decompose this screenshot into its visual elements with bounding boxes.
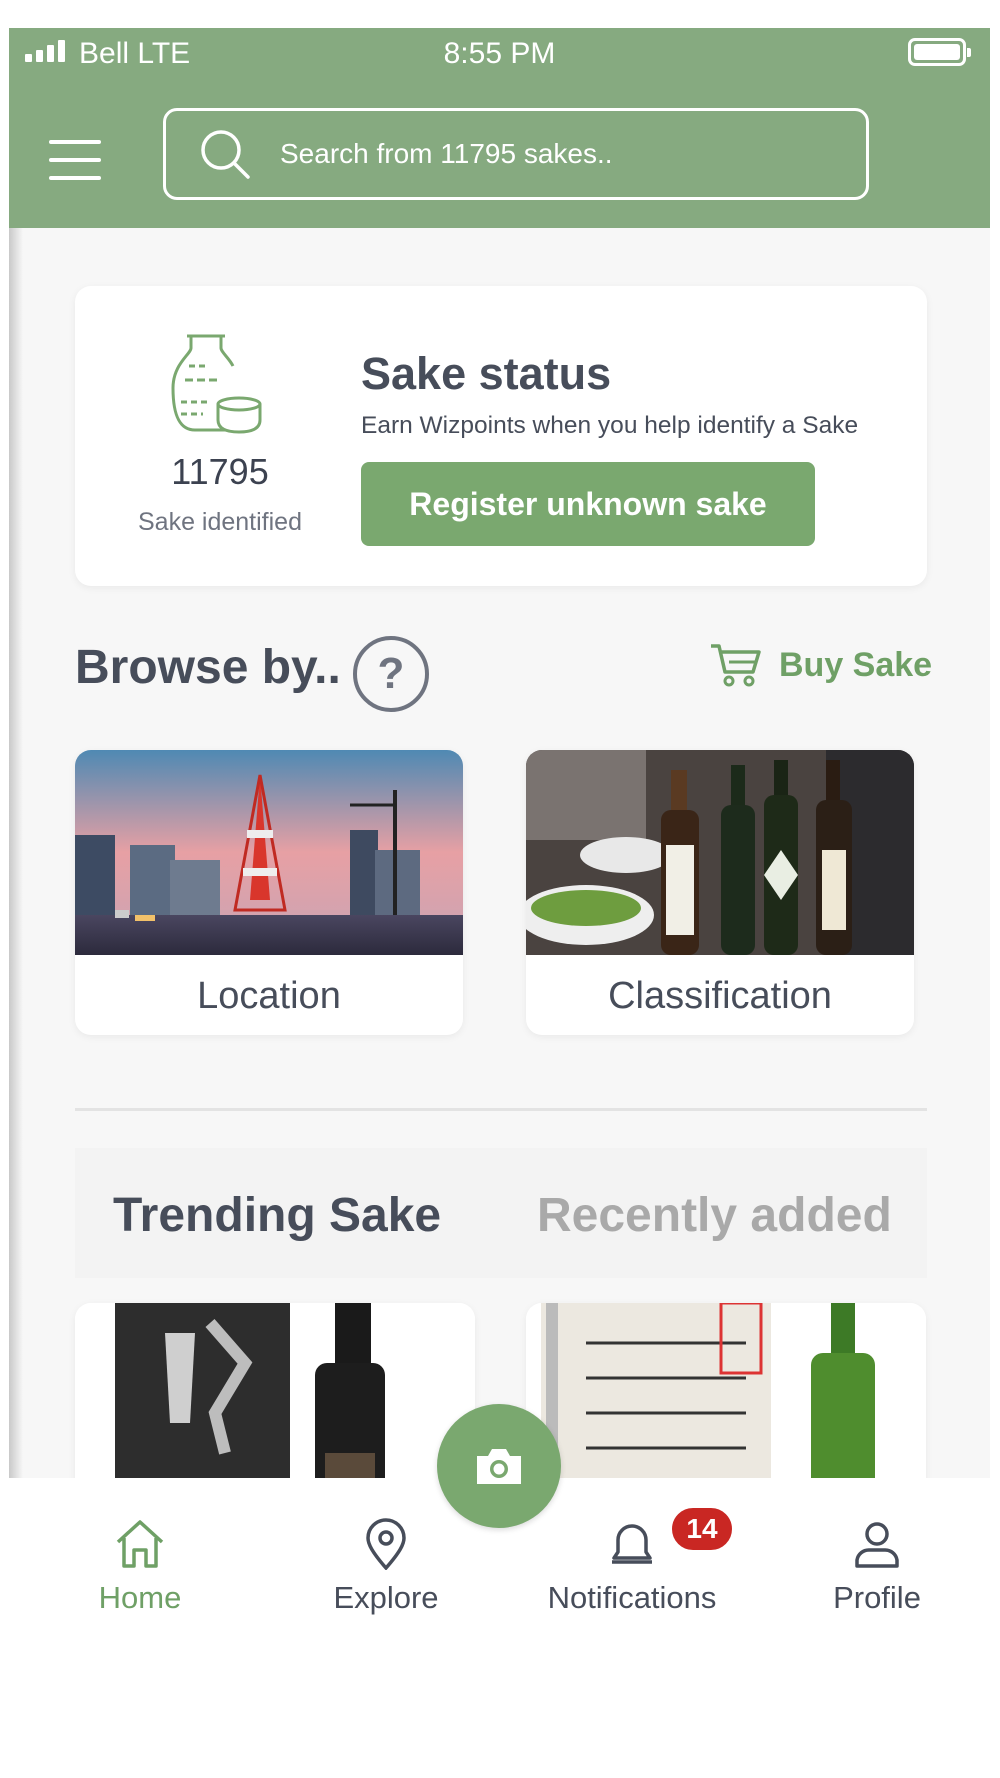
nav-explore[interactable]: Explore	[271, 1518, 501, 1616]
nav-notifications[interactable]: 14 Notifications	[517, 1506, 747, 1616]
notification-badge: 14	[670, 1506, 734, 1552]
tab-trending-sake[interactable]: Trending Sake	[113, 1188, 441, 1243]
nav-notifications-label: Notifications	[547, 1580, 717, 1615]
browse-classification-label: Classification	[608, 975, 832, 1017]
sake-label-photo	[526, 1303, 926, 1503]
clock: 8:55 PM	[443, 37, 556, 70]
user-icon	[855, 1522, 899, 1568]
tokyo-tower-photo	[75, 750, 463, 955]
nav-home-label: Home	[98, 1580, 182, 1615]
buy-sake-link[interactable]: Buy Sake	[709, 642, 932, 688]
sake-bottles-photo	[526, 750, 914, 955]
browse-title: Browse by..	[75, 641, 341, 694]
tab-recently-added[interactable]: Recently added	[537, 1188, 892, 1243]
status-title: Sake status	[361, 348, 612, 399]
trending-sake-card[interactable]	[75, 1303, 475, 1503]
nav-profile-label: Profile	[833, 1580, 921, 1615]
sake-status-card: 11795 Sake identified Sake status Earn W…	[75, 286, 927, 586]
sake-bottle-cup-icon	[171, 334, 262, 434]
recent-sake-card[interactable]	[526, 1303, 926, 1503]
section-divider	[75, 1108, 927, 1111]
app-screen: Bell LTE 8:55 PM Search from 11795 sakes…	[9, 28, 990, 1778]
app-header: Bell LTE 8:55 PM Search from 11795 sakes…	[9, 28, 990, 228]
camera-icon	[477, 1449, 521, 1484]
browse-location-label: Location	[197, 975, 341, 1017]
map-pin-icon	[366, 1518, 406, 1570]
search-icon	[201, 130, 250, 179]
help-icon[interactable]: ?	[353, 636, 429, 712]
shopping-cart-icon	[711, 644, 761, 687]
search-input[interactable]: Search from 11795 sakes..	[163, 108, 869, 200]
hamburger-menu-icon[interactable]	[49, 140, 101, 180]
buy-sake-label: Buy Sake	[779, 645, 933, 684]
search-placeholder: Search from 11795 sakes..	[280, 138, 613, 169]
nav-profile[interactable]: Profile	[762, 1518, 990, 1616]
nav-explore-label: Explore	[333, 1580, 439, 1615]
camera-scan-button[interactable]	[437, 1404, 561, 1528]
status-subtitle: Earn Wizpoints when you help identify a …	[361, 412, 859, 439]
status-bar: Bell LTE 8:55 PM	[9, 28, 990, 78]
sake-count: 11795	[171, 451, 269, 492]
sake-count-label: Sake identified	[137, 508, 302, 536]
nav-home[interactable]: Home	[25, 1518, 255, 1616]
bell-icon	[612, 1524, 652, 1564]
sake-bottle-photo	[75, 1303, 475, 1503]
register-unknown-sake-button[interactable]: Register unknown sake	[361, 462, 815, 546]
battery-icon	[908, 38, 971, 66]
home-icon	[116, 1520, 164, 1568]
browse-classification-card[interactable]: Classification	[526, 750, 914, 1035]
browse-location-card[interactable]: Location	[75, 750, 463, 1035]
